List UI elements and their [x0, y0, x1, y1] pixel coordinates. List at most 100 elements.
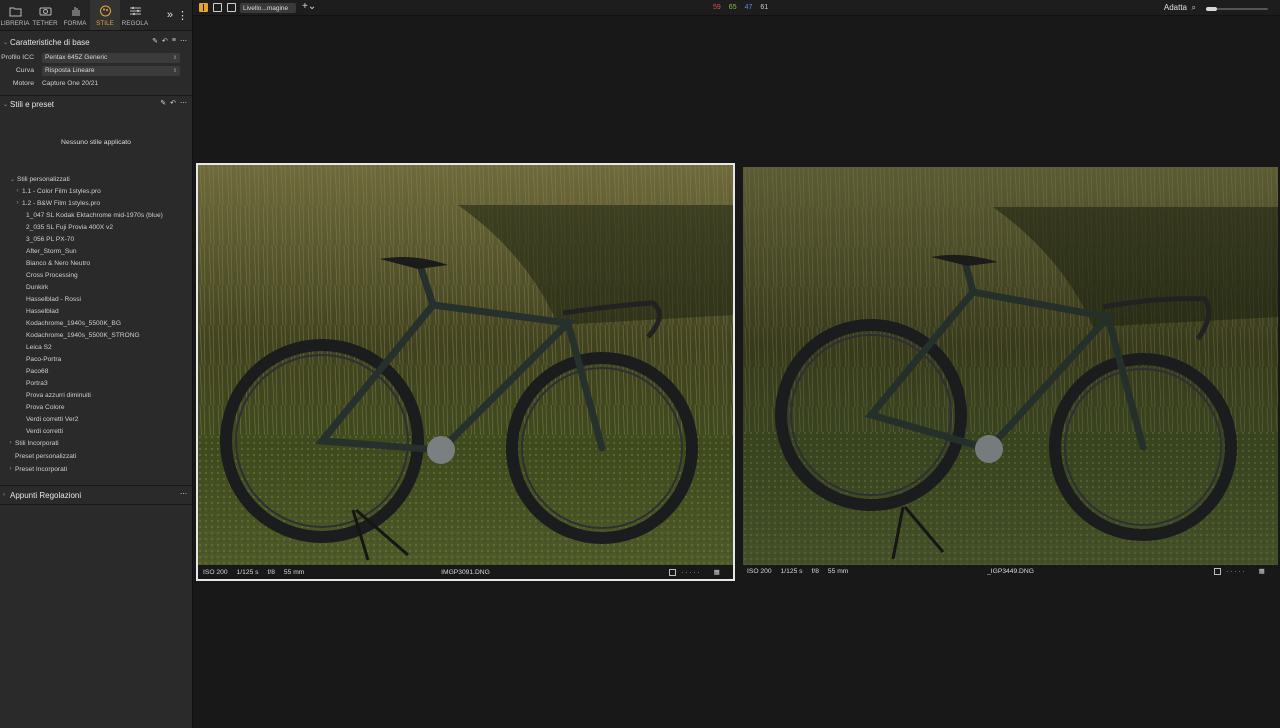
- tab-libreria[interactable]: LIBRERIA: [0, 0, 30, 30]
- tree-user-styles[interactable]: ⌄ Stili personalizzati: [0, 173, 192, 185]
- reset-icon[interactable]: ↶: [170, 99, 176, 107]
- style-item[interactable]: Leica S2: [0, 341, 192, 353]
- style-item[interactable]: Portra3: [0, 377, 192, 389]
- more-icon[interactable]: ⋯: [180, 37, 187, 45]
- style-item[interactable]: Cross Processing: [0, 269, 192, 281]
- style-item[interactable]: 3_056 PL PX-70: [0, 233, 192, 245]
- section-title: Stili e preset: [10, 99, 55, 109]
- tool-tabs-bar: LIBRERIA TETHER FORMA STILE REGOLA » ⋮: [0, 0, 192, 31]
- style-label: Prova Colore: [26, 403, 65, 411]
- style-label: Paco-Portra: [26, 355, 62, 363]
- style-item[interactable]: After_Storm_Sun: [0, 245, 192, 257]
- photo-card-2[interactable]: ISO 200 1/125 s f/8 55 mm _IGP3449.DNG ·…: [743, 167, 1278, 577]
- rating-dots-icon[interactable]: · · · · ·: [681, 569, 700, 576]
- photo-info-bar: ISO 200 1/125 s f/8 55 mm _IGP3449.DNG ·…: [743, 565, 1278, 577]
- curve-row: Curva Risposta Lineare ⇕: [0, 64, 192, 77]
- list-icon[interactable]: ≡: [172, 37, 176, 45]
- style-label: Kodachrome_1940s_5500K_BG: [26, 319, 121, 327]
- proof-view-icon[interactable]: [227, 3, 236, 12]
- tree-builtin-presets[interactable]: › Preset Incorporati: [0, 463, 192, 475]
- edit-icon[interactable]: ✎: [160, 99, 166, 107]
- style-item[interactable]: Kodachrome_1940s_5500K_BG: [0, 317, 192, 329]
- style-item[interactable]: Hasselblad - Rossi: [0, 293, 192, 305]
- style-item[interactable]: Paco68: [0, 365, 192, 377]
- style-item[interactable]: Prova Colore: [0, 401, 192, 413]
- style-label: Kodachrome_1940s_5500K_STRONG: [26, 331, 140, 339]
- style-item[interactable]: Bianco & Nero Neutro: [0, 257, 192, 269]
- style-item[interactable]: 1_047 SL Kodak Ektachrome mid-1970s (blu…: [0, 209, 192, 221]
- zoom-fit-label[interactable]: Adatta: [1164, 3, 1187, 12]
- photo-card-1[interactable]: ISO 200 1/125 s f/8 55 mm IMGP3091.DNG ·…: [196, 163, 735, 581]
- style-label: Cross Processing: [26, 271, 78, 279]
- style-item[interactable]: 2_035 SL Fuji Provia 400X v2: [0, 221, 192, 233]
- layer-select[interactable]: Livello...magine: [240, 3, 296, 13]
- tag-grid-icon[interactable]: ▦: [714, 568, 720, 576]
- iso-value: ISO 200: [203, 568, 228, 576]
- aperture-value: f/8: [267, 568, 275, 576]
- curve-value: Risposta Lineare: [45, 67, 95, 74]
- no-style-text: Nessuno stile applicato: [61, 138, 131, 146]
- select-checkbox[interactable]: [1214, 567, 1222, 575]
- tab-label: STILE: [96, 20, 114, 27]
- curve-select[interactable]: Risposta Lineare ⇕: [42, 65, 180, 76]
- section-tools: ✎ ↶ ⋯: [160, 99, 187, 107]
- filename: _IGP3449.DNG: [987, 567, 1034, 575]
- select-checkbox[interactable]: [669, 568, 677, 576]
- chevron-right-icon: ›: [9, 440, 12, 446]
- styles-presets-header[interactable]: ⌄ Stili e preset ✎ ↶ ⋯: [0, 97, 192, 111]
- style-item[interactable]: › 1.2 - B&W Film 1styles.pro: [0, 197, 192, 209]
- style-item[interactable]: › 1.1 - Color Film 1styles.pro: [0, 185, 192, 197]
- chevron-down-icon: ⌄: [3, 39, 9, 46]
- double-chevron-right-icon[interactable]: »: [167, 9, 173, 22]
- section-title: Caratteristiche di base: [10, 37, 90, 47]
- style-label: Verdi corretti: [26, 427, 64, 435]
- image-viewer: ISO 200 1/125 s f/8 55 mm IMGP3091.DNG ·…: [193, 16, 1280, 728]
- base-characteristics-header[interactable]: ⌄ Caratteristiche di base ✎ ↶ ≡ ⋯: [0, 35, 192, 49]
- tag-grid-icon[interactable]: ▦: [1259, 567, 1265, 575]
- grid-view-icon[interactable]: [199, 3, 208, 12]
- zoom-slider[interactable]: [1206, 7, 1268, 11]
- chevron-right-icon: ›: [16, 200, 19, 206]
- tab-tether[interactable]: TETHER: [30, 0, 60, 30]
- single-view-icon[interactable]: [213, 3, 222, 12]
- style-item[interactable]: Verdi corretti Ver2: [0, 413, 192, 425]
- photo-image[interactable]: [198, 165, 733, 565]
- style-item[interactable]: Verdi corretti: [0, 425, 192, 437]
- chevron-right-icon: ›: [16, 188, 19, 194]
- more-vertical-icon[interactable]: ⋮: [177, 9, 188, 22]
- tree-user-presets[interactable]: Preset personalizzati: [0, 450, 192, 462]
- tab-stile[interactable]: STILE: [90, 0, 120, 30]
- adjustment-notes-header[interactable]: › Appunti Regolazioni ⋯: [0, 488, 192, 502]
- sliders-icon: [129, 6, 141, 16]
- engine-value: Capture One 20/21: [42, 80, 99, 87]
- icc-profile-select[interactable]: Pentax 645Z Generic ⇕: [42, 52, 180, 63]
- photo-image[interactable]: [743, 167, 1278, 565]
- view-mode-icons: [199, 3, 236, 12]
- edit-icon[interactable]: ✎: [152, 37, 158, 45]
- select-arrows-icon: ⇕: [172, 67, 177, 74]
- focal-value: 55 mm: [827, 567, 849, 575]
- palette-icon: [99, 5, 111, 17]
- more-icon[interactable]: ⋯: [180, 490, 187, 498]
- style-label: Hasselblad - Rossi: [26, 295, 81, 303]
- chevron-down-icon: ⌄: [9, 176, 16, 183]
- style-item[interactable]: Paco-Portra: [0, 353, 192, 365]
- rating-dots-icon[interactable]: · · · · ·: [1226, 568, 1245, 575]
- reset-icon[interactable]: ↶: [162, 37, 168, 45]
- style-item[interactable]: Kodachrome_1940s_5500K_STRONG: [0, 329, 192, 341]
- tab-forma[interactable]: FORMA: [60, 0, 90, 30]
- tab-overflow: » ⋮: [167, 9, 188, 22]
- luma-value: 61: [760, 4, 769, 11]
- more-icon[interactable]: ⋯: [180, 99, 187, 107]
- tab-label: FORMA: [63, 20, 87, 27]
- style-item[interactable]: Prova azzurri diminuiti: [0, 389, 192, 401]
- engine-label: Motore: [12, 80, 34, 87]
- tab-regola[interactable]: REGOLA: [120, 0, 150, 30]
- style-label: Bianco & Nero Neutro: [26, 259, 91, 267]
- style-label: Paco68: [26, 367, 49, 375]
- style-item[interactable]: Dunkirk: [0, 281, 192, 293]
- tab-label: REGOLA: [121, 20, 149, 27]
- tree-builtin-styles[interactable]: › Stili Incorporati: [0, 437, 192, 449]
- style-item[interactable]: Hasselblad: [0, 305, 192, 317]
- add-layer-icon[interactable]: +⌄: [302, 1, 316, 12]
